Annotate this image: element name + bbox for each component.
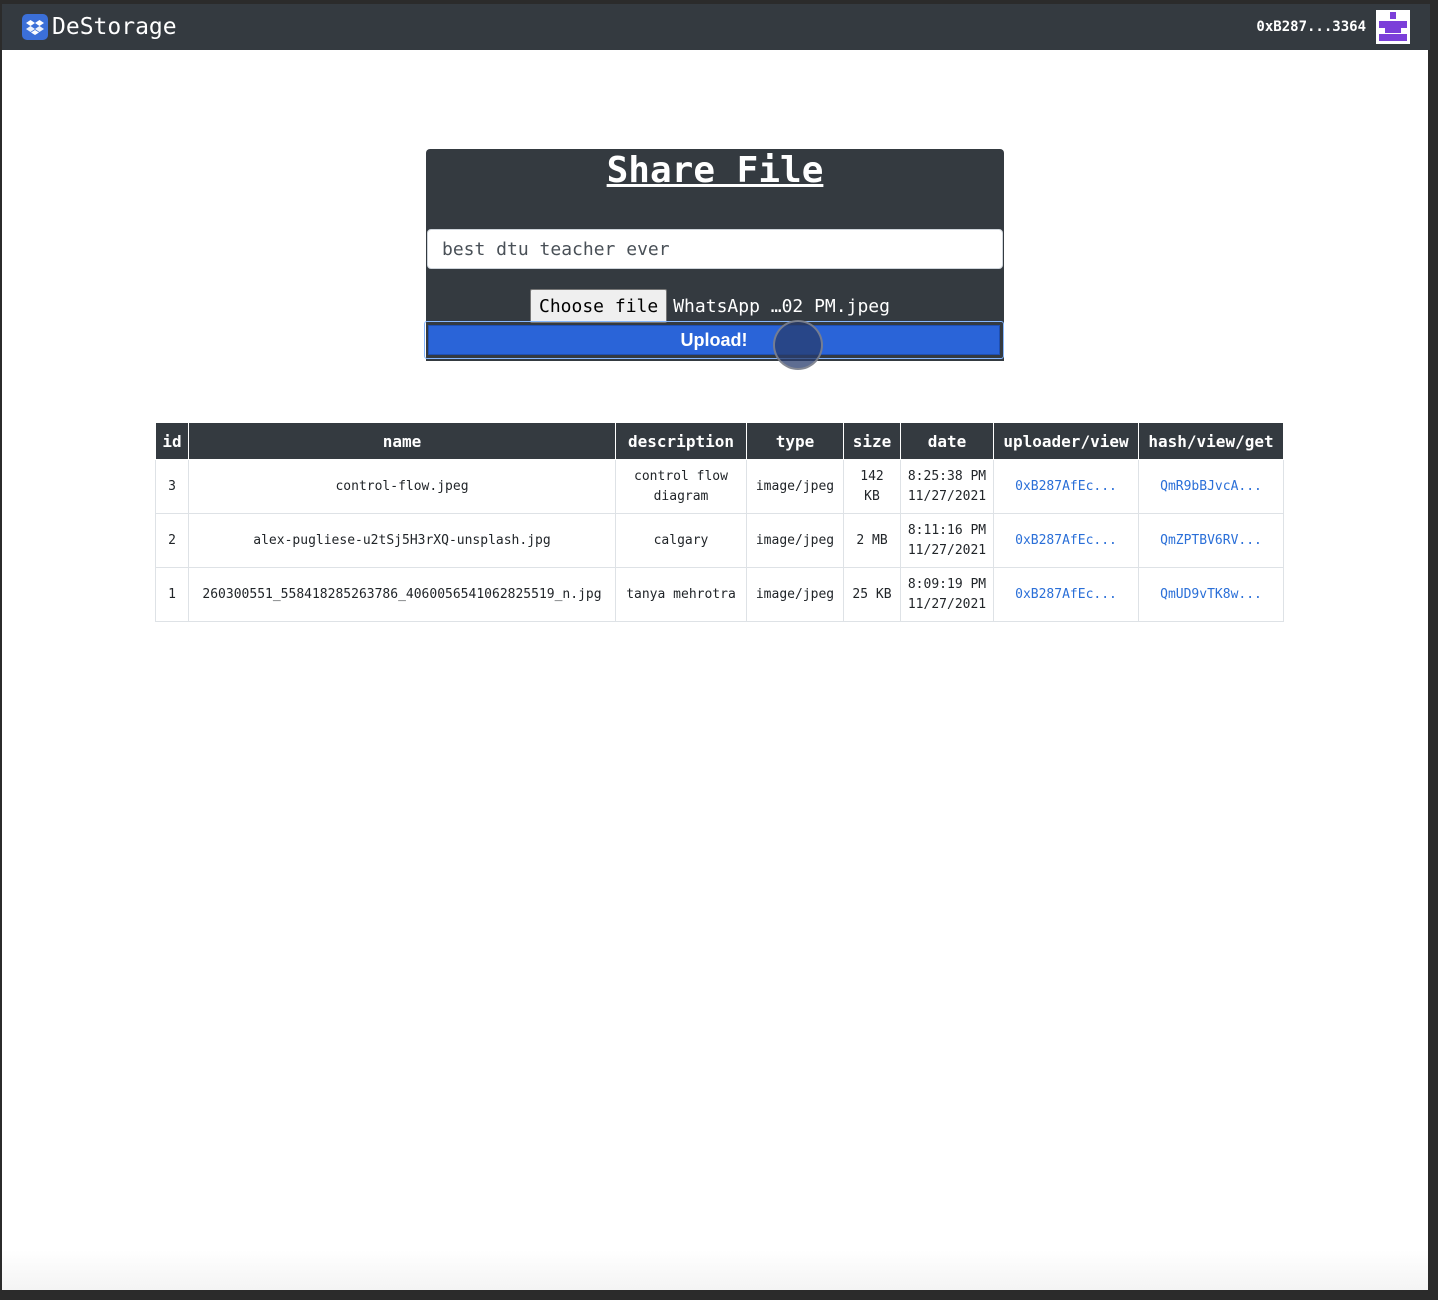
upload-button-focus-ring: Upload! [424,321,1004,359]
cell-date: 8:25:38 PM 11/27/2021 [900,459,994,514]
navbar: DeStorage 0xB287...3364 [2,4,1430,50]
touch-cursor-indicator [773,320,823,370]
cell-date-time: 8:25:38 PM [907,468,987,484]
dropbox-logo-icon [22,14,48,40]
cell-uploader: 0xB287AfEc... [993,567,1139,622]
cell-name: 260300551_558418285263786_40600565410628… [188,567,616,622]
table-row: 2 alex-pugliese-u2tSj5H3rXQ-unsplash.jpg… [155,513,1284,568]
cell-id: 2 [155,513,189,568]
brand-name: DeStorage [52,14,177,40]
cell-description: tanya mehrotra [615,567,747,622]
header-hash: hash/view/get [1138,422,1284,460]
description-input[interactable] [427,229,1003,269]
main-content: Share File Choose file WhatsApp …02 PM.j… [2,50,1428,1290]
uploader-link[interactable]: 0xB287AfEc... [1015,533,1117,548]
header-uploader: uploader/view [993,422,1139,460]
cell-date-day: 11/27/2021 [907,488,987,504]
cell-description: calgary [615,513,747,568]
cell-uploader: 0xB287AfEc... [993,513,1139,568]
cell-date-day: 11/27/2021 [907,542,987,558]
selected-file-name: WhatsApp …02 PM.jpeg [673,295,890,317]
cell-name: control-flow.jpeg [188,459,616,514]
uploader-link[interactable]: 0xB287AfEc... [1015,479,1117,494]
cell-type: image/jpeg [746,459,844,514]
header-date: date [900,422,994,460]
cell-date-day: 11/27/2021 [907,596,987,612]
cell-name: alex-pugliese-u2tSj5H3rXQ-unsplash.jpg [188,513,616,568]
header-name: name [188,422,616,460]
brand[interactable]: DeStorage [22,12,177,42]
table-row: 1 260300551_558418285263786_406005654106… [155,567,1284,622]
cell-type: image/jpeg [746,567,844,622]
cell-size: 2 MB [843,513,901,568]
cell-hash: QmUD9vTK8w... [1138,567,1284,622]
header-size: size [843,422,901,460]
cell-date: 8:11:16 PM 11/27/2021 [900,513,994,568]
table-row: 3 control-flow.jpeg control flow diagram… [155,459,1284,514]
upload-button[interactable]: Upload! [428,325,1000,355]
cell-size: 142 KB [843,459,901,514]
choose-file-button[interactable]: Choose file [530,289,668,323]
files-table: id name description type size date uploa… [155,422,1284,622]
account-identicon-icon [1376,10,1410,44]
cell-date-time: 8:09:19 PM [907,576,987,592]
share-file-title: Share File [606,150,824,191]
cell-date: 8:09:19 PM 11/27/2021 [900,567,994,622]
cell-description: control flow diagram [615,459,747,514]
hash-link[interactable]: QmR9bBJvcA... [1160,479,1262,494]
file-picker: Choose file WhatsApp …02 PM.jpeg [530,289,890,323]
cell-uploader: 0xB287AfEc... [993,459,1139,514]
cell-size: 25 KB [843,567,901,622]
uploader-link[interactable]: 0xB287AfEc... [1015,587,1117,602]
page-bottom-shade [2,1250,1428,1290]
cell-type: image/jpeg [746,513,844,568]
account: 0xB287...3364 [1256,10,1410,44]
app-window: DeStorage 0xB287...3364 Share File Choos… [0,0,1438,1300]
header-description: description [615,422,747,460]
cell-id: 1 [155,567,189,622]
cell-hash: QmZPTBV6RV... [1138,513,1284,568]
account-address: 0xB287...3364 [1256,19,1366,35]
hash-link[interactable]: QmZPTBV6RV... [1160,533,1262,548]
header-id: id [155,422,189,460]
header-type: type [746,422,844,460]
table-header-row: id name description type size date uploa… [155,422,1284,460]
hash-link[interactable]: QmUD9vTK8w... [1160,587,1262,602]
cell-id: 3 [155,459,189,514]
cell-hash: QmR9bBJvcA... [1138,459,1284,514]
cell-date-time: 8:11:16 PM [907,522,987,538]
